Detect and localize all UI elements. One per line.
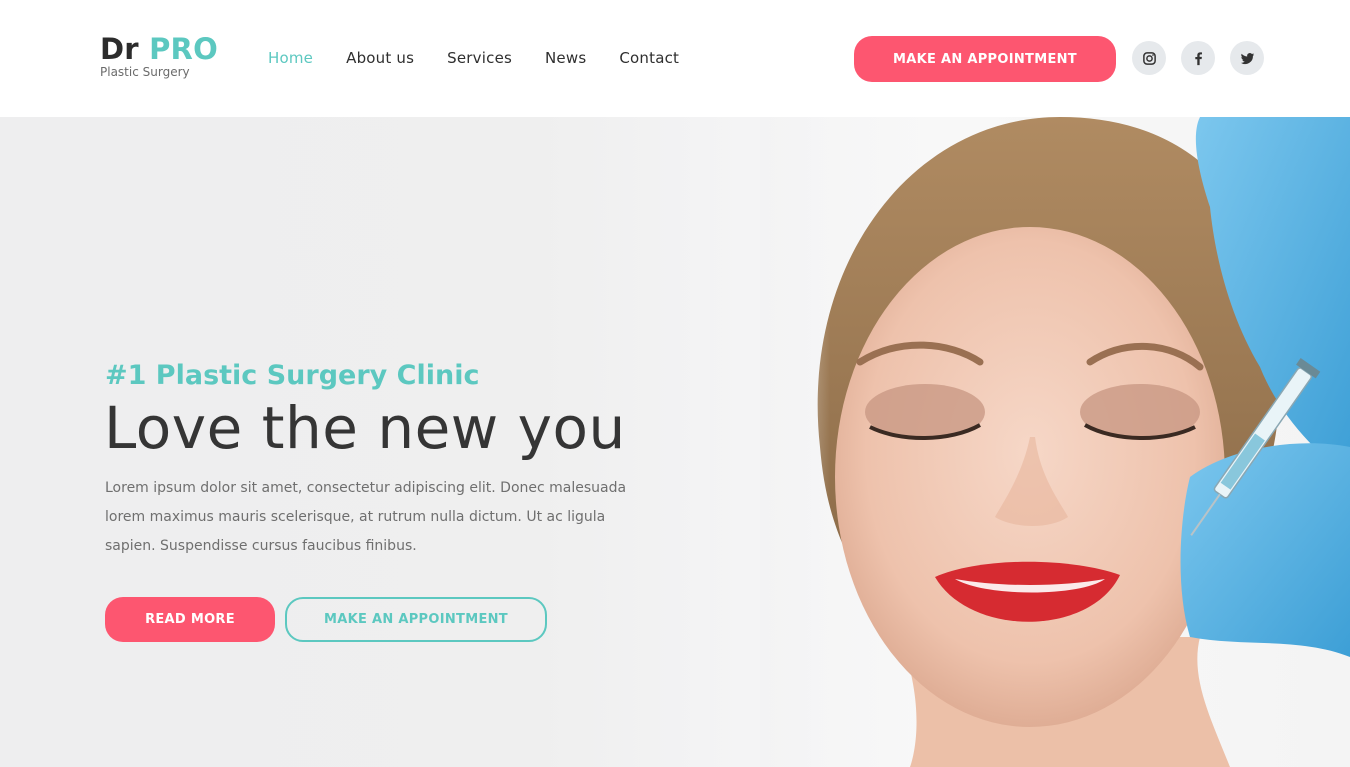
hero-kicker: #1 Plastic Surgery Clinic (105, 360, 480, 391)
twitter-button[interactable] (1230, 41, 1264, 75)
hero-section: #1 Plastic Surgery Clinic Love the new y… (0, 117, 1350, 767)
hero-appointment-button[interactable]: MAKE AN APPOINTMENT (285, 597, 547, 642)
logo-title: Dr PRO (100, 33, 218, 65)
logo-word-dr: Dr (100, 32, 139, 66)
instagram-icon (1142, 51, 1156, 65)
read-more-button[interactable]: READ MORE (105, 597, 275, 642)
nav-home[interactable]: Home (268, 48, 313, 68)
header-appointment-button[interactable]: MAKE AN APPOINTMENT (854, 36, 1116, 82)
hero-lead-text: Lorem ipsum dolor sit amet, consectetur … (105, 480, 627, 554)
hero-portrait-image (760, 117, 1350, 767)
hero-headline: Love the new you (104, 394, 626, 462)
logo-tagline: Plastic Surgery (100, 65, 190, 79)
nav-services[interactable]: Services (447, 48, 512, 68)
site-header: Dr PRO Plastic Surgery Home About us Ser… (0, 0, 1350, 117)
logo-word-pro: PRO (149, 32, 218, 66)
main-nav: Home About us Services News Contact (268, 48, 712, 68)
nav-about-us[interactable]: About us (346, 48, 414, 68)
instagram-button[interactable] (1132, 41, 1166, 75)
twitter-icon (1240, 52, 1254, 64)
facebook-button[interactable] (1181, 41, 1215, 75)
nav-news[interactable]: News (545, 48, 586, 68)
nav-contact[interactable]: Contact (619, 48, 679, 68)
facebook-icon (1194, 51, 1202, 65)
logo[interactable]: Dr PRO Plastic Surgery (100, 33, 218, 79)
